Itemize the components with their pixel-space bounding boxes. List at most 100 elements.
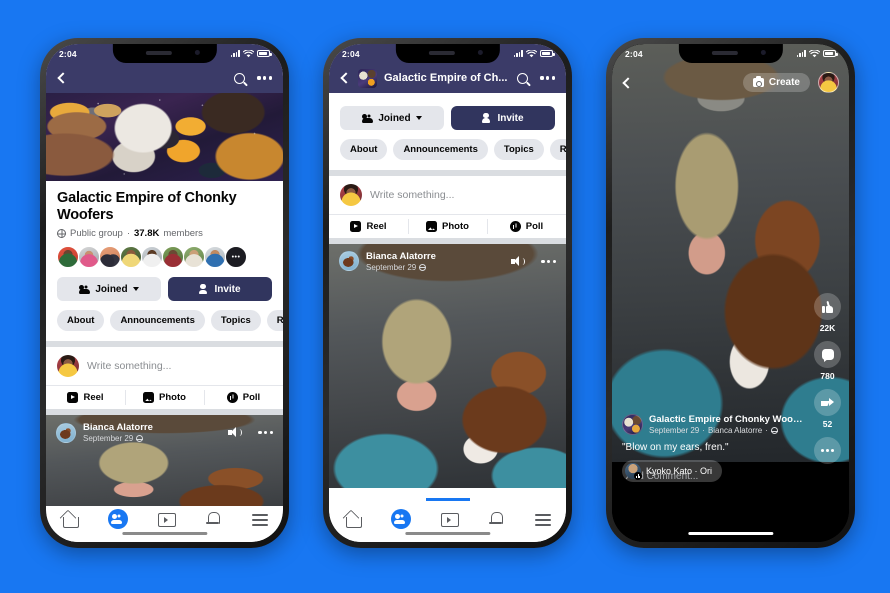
signal-bars-icon [230, 50, 240, 57]
composer-reel-label: Reel [83, 392, 104, 404]
group-avatar[interactable] [622, 413, 643, 435]
avatar[interactable] [141, 246, 163, 269]
globe-icon [57, 229, 66, 239]
nav-groups-icon[interactable] [390, 498, 470, 529]
invite-button[interactable]: Invite [451, 106, 555, 130]
avatar[interactable] [162, 246, 184, 269]
wifi-icon [809, 49, 820, 57]
composer-photo-button[interactable]: Photo [408, 215, 487, 238]
people-icon [78, 284, 90, 294]
write-something-input[interactable]: Write something... [87, 360, 171, 372]
comment-button[interactable] [814, 341, 841, 368]
music-attribution[interactable]: Kyoko Kato · Ori [622, 460, 723, 482]
tab-announcements[interactable]: Announcements [110, 310, 205, 332]
battery-icon [823, 50, 838, 57]
people-icon [361, 113, 373, 123]
speaker-icon[interactable] [228, 427, 243, 438]
more-options-icon[interactable] [541, 259, 556, 264]
composer-poll-label: Poll [242, 392, 261, 404]
composer-photo-label: Photo [159, 392, 186, 404]
composer-poll-button[interactable]: Poll [204, 386, 283, 409]
tab-topics[interactable]: Topics [210, 310, 261, 332]
write-something-input[interactable]: Write something... [370, 189, 454, 201]
create-button[interactable]: Create [742, 73, 810, 92]
more-options-icon[interactable] [257, 76, 272, 80]
reel-action-rail: 22K 780 52 [814, 293, 841, 464]
reel-more-button[interactable] [814, 437, 841, 464]
tab-reels[interactable]: Reels [266, 310, 283, 332]
avatar[interactable] [57, 355, 79, 378]
avatar[interactable] [339, 251, 359, 272]
search-icon[interactable] [517, 72, 529, 84]
back-chevron-icon[interactable] [340, 72, 352, 84]
more-options-icon[interactable] [540, 76, 555, 80]
group-tabs[interactable]: About Announcements Topics Reels [329, 130, 566, 170]
tab-about[interactable]: About [340, 139, 388, 160]
speaker-icon[interactable] [511, 255, 526, 267]
composer-poll-button[interactable]: Poll [487, 215, 566, 238]
post-media[interactable] [329, 244, 566, 488]
joined-button[interactable]: Joined [57, 277, 161, 302]
avatar[interactable] [340, 184, 362, 206]
wifi-icon [243, 49, 254, 57]
nav-home-icon[interactable] [344, 510, 362, 528]
battery-icon [540, 50, 555, 57]
chevron-down-icon [132, 287, 139, 292]
avatar[interactable] [56, 422, 76, 443]
avatar[interactable] [78, 246, 100, 269]
avatar[interactable] [99, 246, 121, 269]
composer-reel-button[interactable]: Reel [329, 215, 408, 238]
member-avatars[interactable]: ••• [46, 239, 283, 269]
search-icon[interactable] [234, 72, 246, 84]
reel-info: Galactic Empire of Chonky Woof... Septem… [622, 414, 803, 484]
avatar[interactable] [120, 246, 142, 269]
group-tabs[interactable]: About Announcements Topics Reels [46, 301, 283, 342]
share-button[interactable] [814, 389, 841, 416]
photo-icon [143, 392, 155, 404]
bottom-navigation [46, 506, 283, 542]
app-header-bar: Galactic Empire of Ch... [329, 63, 566, 93]
back-chevron-icon[interactable] [622, 76, 634, 89]
reel-subline: September 29 · Bianca Alatorre · [649, 426, 803, 435]
back-chevron-icon[interactable] [57, 72, 69, 84]
invite-button[interactable]: Invite [168, 277, 272, 302]
reel-author: Bianca Alatorre [707, 426, 763, 435]
more-options-icon[interactable] [258, 431, 273, 435]
nav-menu-icon[interactable] [251, 510, 269, 528]
member-label: members [163, 228, 203, 240]
nav-notifications-icon[interactable] [204, 510, 222, 528]
music-label: Kyoko Kato · Ori [646, 466, 713, 476]
tab-about[interactable]: About [57, 310, 105, 332]
joined-button[interactable]: Joined [340, 106, 444, 130]
more-members-button[interactable]: ••• [225, 246, 247, 269]
nav-groups-icon[interactable] [107, 509, 128, 529]
avatar[interactable] [57, 246, 79, 269]
group-avatar[interactable] [358, 68, 377, 88]
tab-announcements[interactable]: Announcements [393, 139, 488, 160]
nav-watch-icon[interactable] [157, 510, 176, 528]
nav-home-icon[interactable] [61, 510, 79, 528]
feed-post: Bianca Alatorre September 29 [329, 244, 566, 488]
signal-bars-icon [513, 50, 523, 57]
home-indicator [687, 531, 774, 535]
poll-icon [226, 392, 238, 404]
post-composer: Write something... Reel Photo Poll [46, 347, 283, 410]
avatar[interactable] [183, 246, 205, 269]
composer-photo-button[interactable]: Photo [125, 386, 204, 409]
reel-caption: "Blow on my ears, fren." [622, 442, 729, 453]
nav-notifications-icon[interactable] [487, 510, 505, 528]
status-time: 2:04 [59, 48, 77, 59]
avatar [625, 463, 642, 480]
app-header-bar [46, 63, 283, 93]
nav-menu-icon[interactable] [534, 510, 552, 528]
avatar[interactable] [204, 246, 226, 269]
photo-icon [426, 221, 438, 232]
tab-topics[interactable]: Topics [493, 139, 544, 160]
reel-group-row[interactable]: Galactic Empire of Chonky Woof... Septem… [622, 414, 803, 435]
composer-reel-button[interactable]: Reel [46, 386, 125, 409]
avatar[interactable] [818, 72, 839, 93]
tab-reels[interactable]: Reels [549, 139, 566, 160]
nav-watch-icon[interactable] [440, 510, 459, 528]
comment-count: 780 [820, 371, 835, 381]
like-button[interactable] [814, 293, 841, 320]
